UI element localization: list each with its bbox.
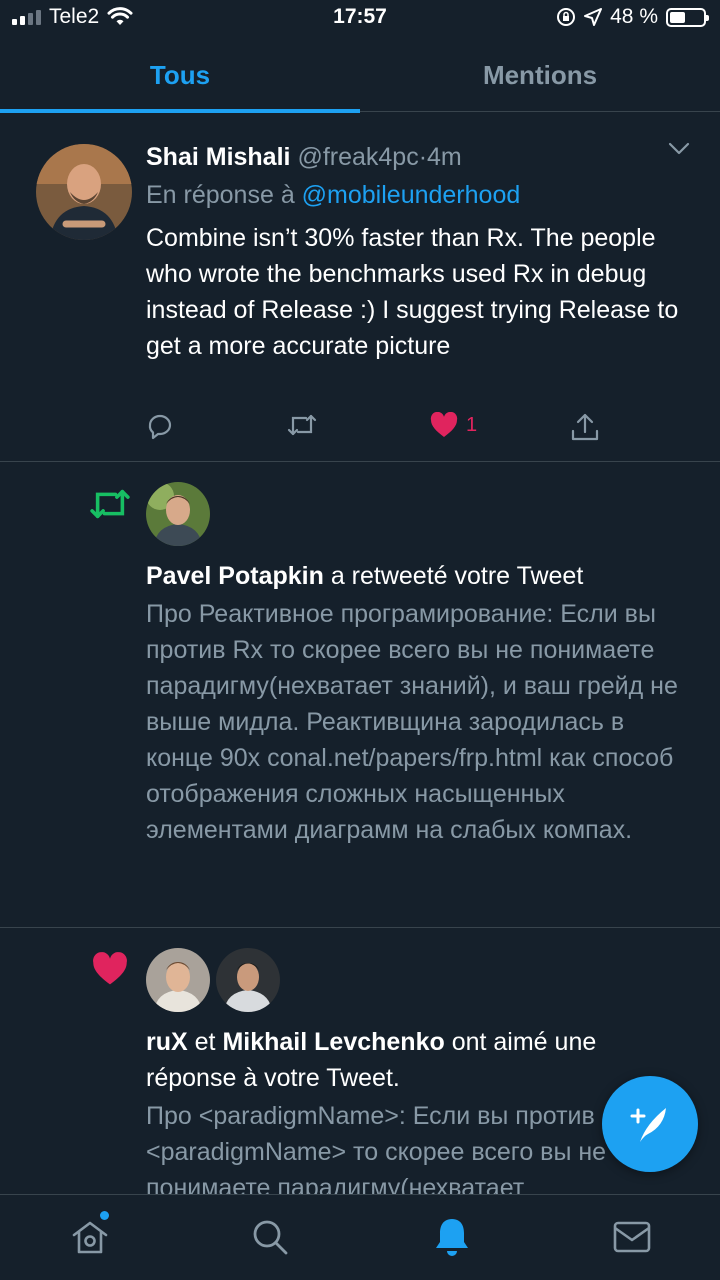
location-icon — [584, 8, 603, 26]
reply-button[interactable] — [146, 412, 174, 440]
liker-avatars — [146, 948, 280, 1012]
tweet-header: Shai Mishali @freak4pc·4m — [146, 138, 692, 176]
nav-notifications[interactable] — [428, 1213, 476, 1261]
like-button[interactable]: 1 — [430, 412, 477, 438]
new-content-badge — [100, 1211, 109, 1220]
retweeter-name[interactable]: Pavel Potapkin — [146, 562, 324, 590]
nav-search[interactable] — [246, 1213, 294, 1261]
nav-home[interactable] — [66, 1211, 114, 1261]
retweet-icon — [287, 414, 317, 436]
share-button[interactable] — [570, 412, 600, 442]
nav-messages[interactable] — [608, 1213, 656, 1261]
notifications-feed[interactable]: Shai Mishali @freak4pc·4m En réponse à @… — [0, 122, 720, 1194]
reply-prefix: En réponse à — [146, 181, 295, 209]
compose-tweet-button[interactable] — [602, 1076, 698, 1172]
reply-context: En réponse à @mobileunderhood — [146, 176, 692, 214]
compose-tweet-icon — [630, 1108, 666, 1142]
status-bar: Tele2 17:57 48 % — [0, 0, 720, 40]
tab-all[interactable]: Tous — [0, 40, 360, 113]
liker-name-1[interactable]: ruX — [146, 1028, 188, 1056]
battery-icon — [666, 7, 709, 27]
tweet-actions: 1 — [146, 412, 606, 452]
tweet-item[interactable]: Shai Mishali @freak4pc·4m En réponse à @… — [0, 122, 720, 462]
notifications-tabs: Tous Mentions — [0, 40, 720, 113]
separator-dot: · — [418, 143, 428, 171]
status-right: 48 % — [556, 5, 709, 29]
tweet-text: Combine isn’t 30% faster than Rx. The pe… — [146, 224, 679, 360]
notifications-icon — [436, 1219, 468, 1256]
avatar[interactable] — [146, 482, 210, 546]
avatar[interactable] — [146, 948, 210, 1012]
messages-icon — [613, 1221, 651, 1253]
heart-icon — [92, 952, 128, 991]
chevron-down-icon[interactable] — [668, 142, 690, 161]
notification-title: ruX et Mikhail Levchenko ont aimé une ré… — [146, 1024, 692, 1096]
notification-title: Pavel Potapkin a retweeté votre Tweet — [146, 558, 692, 594]
bottom-tab-bar — [0, 1194, 720, 1280]
orientation-lock-icon — [557, 8, 576, 26]
reply-handle-link[interactable]: @mobileunderhood — [302, 181, 521, 209]
notification-tweet-text: Про Реактивное програмирование: Если вы … — [146, 600, 678, 844]
battery-fill — [670, 11, 686, 23]
search-icon — [253, 1220, 288, 1255]
share-icon — [571, 413, 599, 441]
author-handle[interactable]: @freak4pc — [297, 143, 418, 171]
tab-mentions[interactable]: Mentions — [360, 40, 720, 111]
retweet-button[interactable] — [286, 412, 318, 438]
home-icon — [72, 1221, 108, 1254]
like-count: 1 — [466, 413, 478, 436]
avatar[interactable] — [36, 144, 132, 240]
tweet-body: Shai Mishali @freak4pc·4m En réponse à @… — [146, 138, 692, 364]
avatar[interactable] — [216, 948, 280, 1012]
retweet-icon — [88, 486, 132, 527]
battery-label: 48 % — [610, 5, 658, 28]
liker-name-2[interactable]: Mikhail Levchenko — [222, 1028, 444, 1056]
author-name[interactable]: Shai Mishali — [146, 143, 290, 171]
retweet-notification[interactable]: Pavel Potapkin a retweeté votre Tweet Пр… — [0, 462, 720, 928]
retweeter-avatars — [146, 482, 210, 546]
conjunction: et — [194, 1028, 216, 1056]
notification-action: a retweeté votre Tweet — [330, 562, 584, 590]
tweet-time: 4m — [427, 143, 462, 171]
reply-icon — [148, 414, 172, 440]
like-icon — [430, 412, 458, 437]
